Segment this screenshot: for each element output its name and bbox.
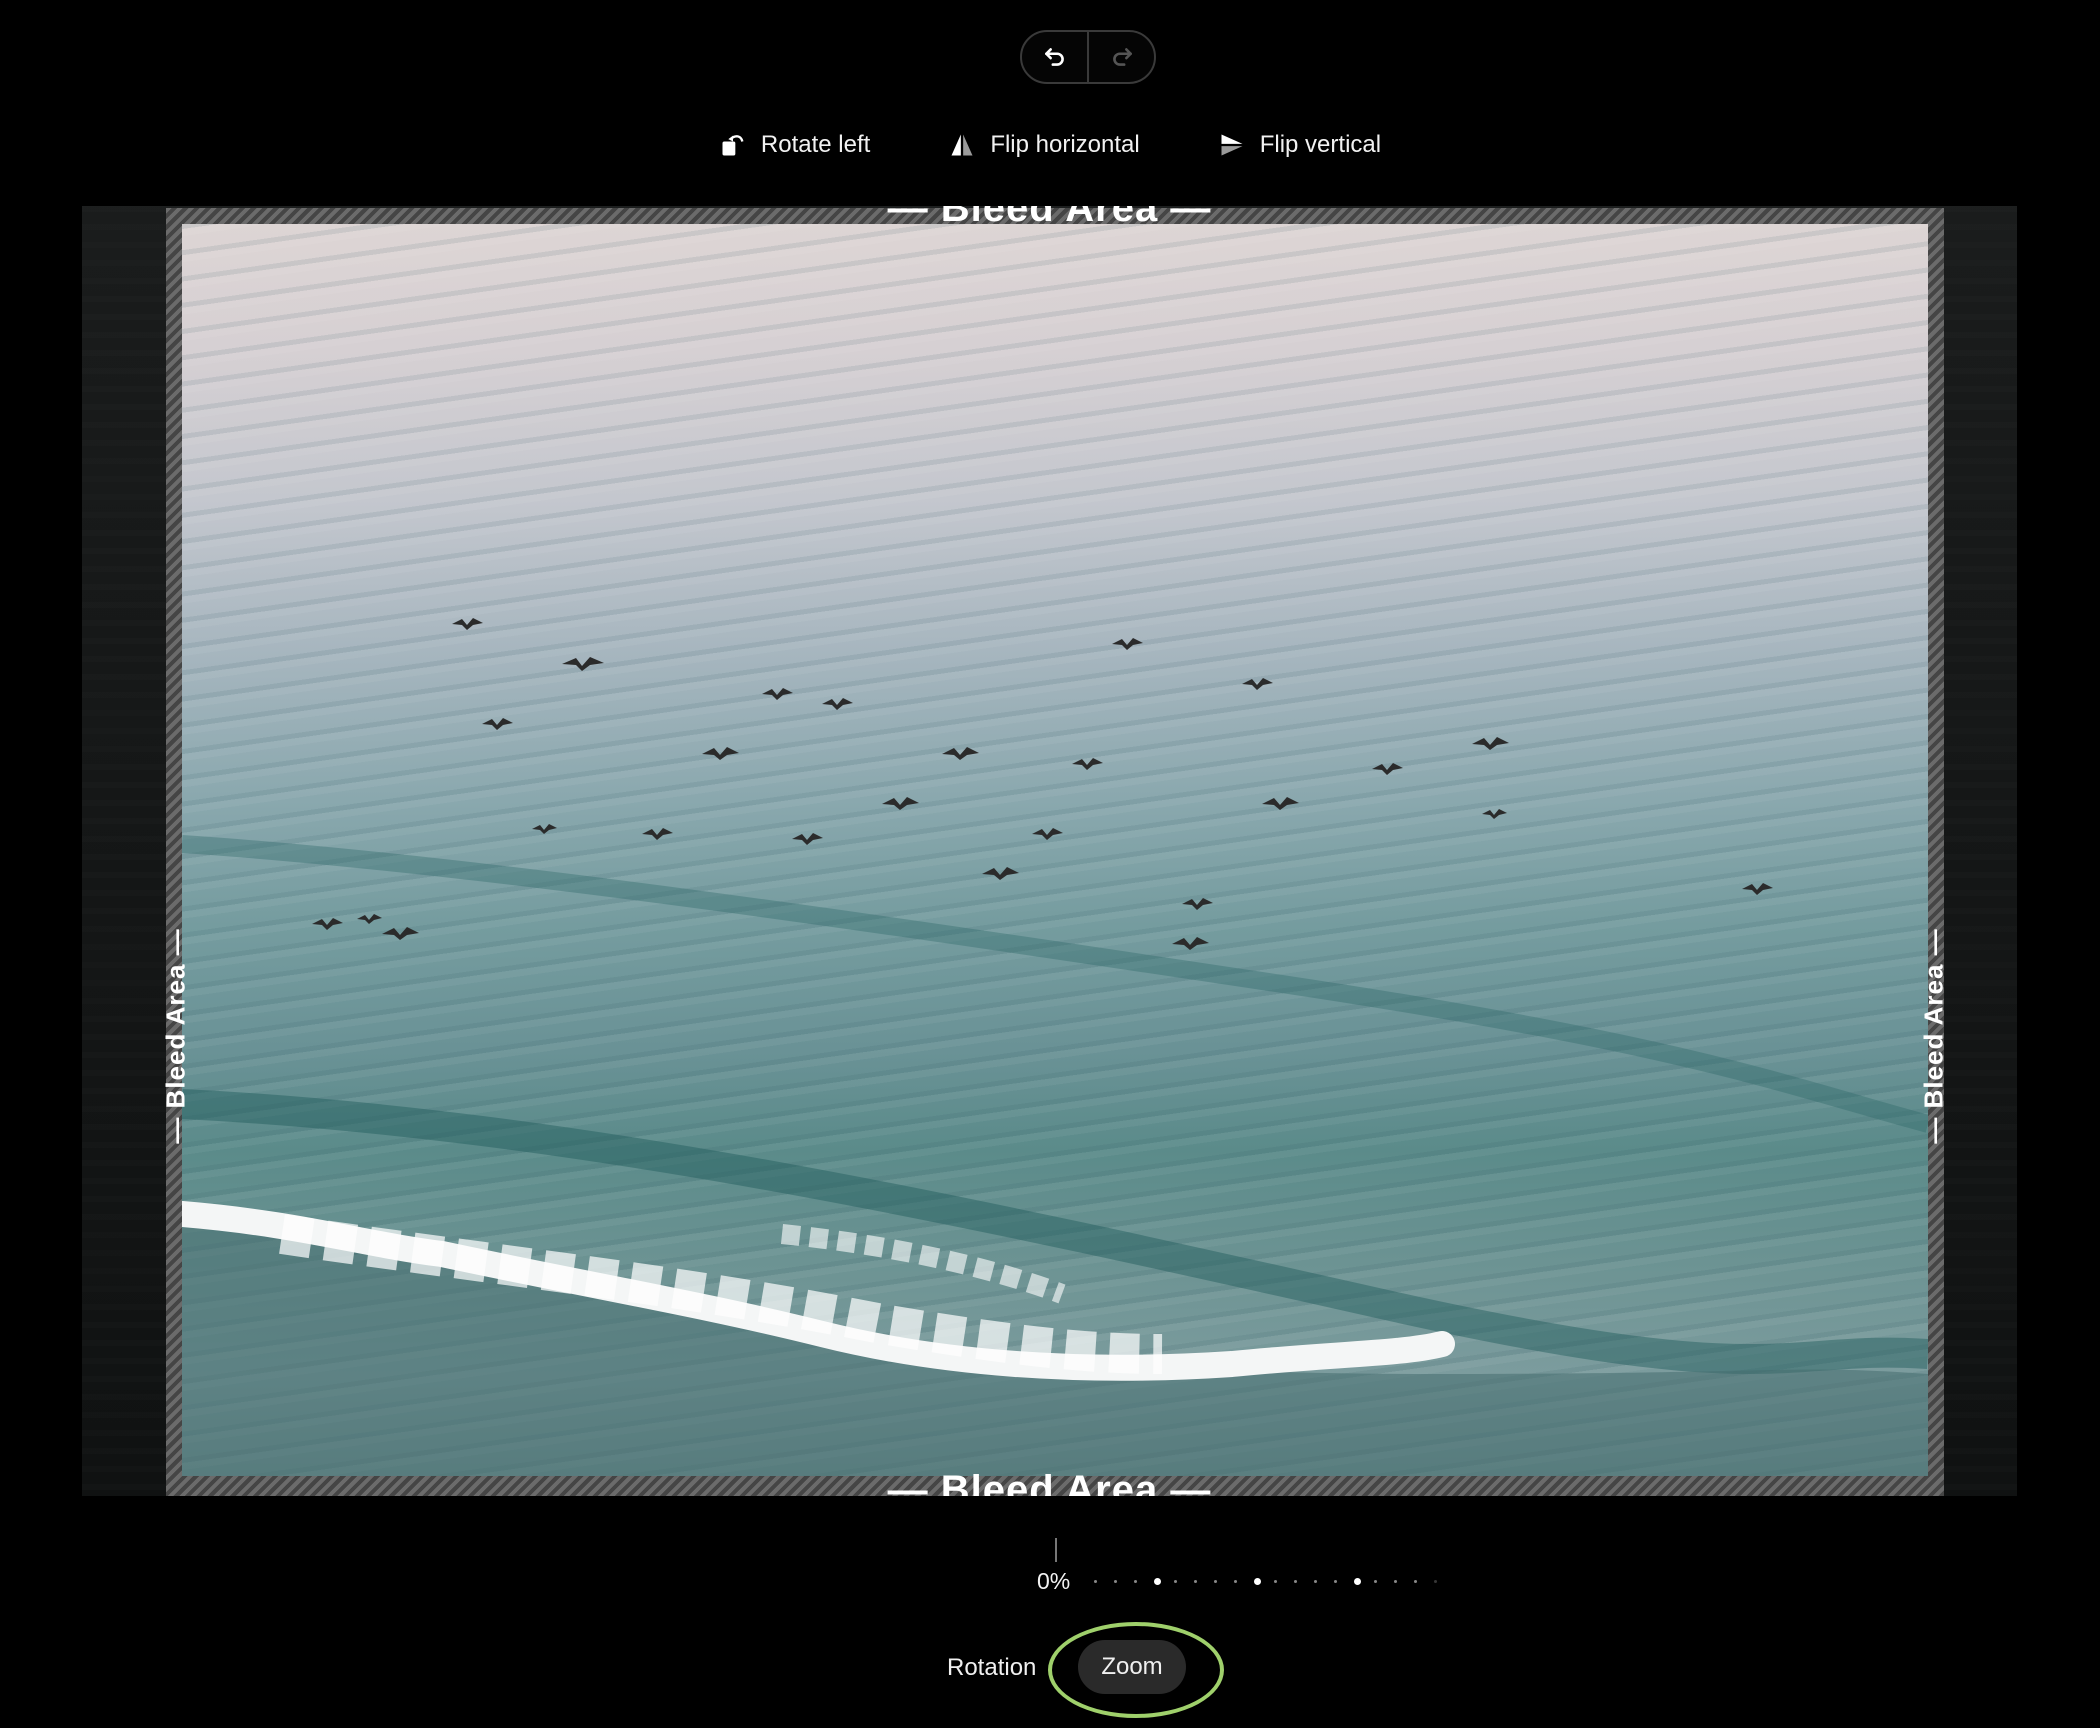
slider-minor-dot — [1234, 1580, 1237, 1583]
zoom-slider[interactable]: 0% — [1030, 1538, 1450, 1598]
history-controls — [1020, 30, 1156, 84]
rotate-left-label: Rotate left — [760, 131, 871, 158]
slider-minor-dot — [1114, 1580, 1117, 1583]
transform-toolbar: Rotate left Flip horizontal Flip vertica… — [0, 122, 2100, 168]
slider-minor-dot — [1394, 1580, 1397, 1583]
slider-center-tick — [1055, 1538, 1057, 1562]
bleed-label-left: — Bleed Area — — [160, 928, 191, 1144]
bleed-label-right: — Bleed Area — — [1918, 928, 1949, 1144]
slider-major-dot — [1254, 1578, 1261, 1585]
slider-major-dot — [1354, 1578, 1361, 1585]
redo-button[interactable] — [1087, 32, 1154, 82]
zoom-value: 0% — [1037, 1568, 1071, 1594]
slider-minor-dot — [1194, 1580, 1197, 1583]
flip-horizontal-label: Flip horizontal — [990, 131, 1140, 158]
slider-minor-dot — [1374, 1580, 1377, 1583]
flip-vertical-label: Flip vertical — [1259, 131, 1382, 158]
bleed-label-bottom: — Bleed Area — — [887, 1468, 1212, 1496]
flip-vertical-icon — [1221, 134, 1243, 156]
slider-minor-dot — [1434, 1580, 1437, 1583]
slider-minor-dot — [1094, 1580, 1097, 1583]
slider-minor-dot — [1314, 1580, 1317, 1583]
rotate-left-button[interactable]: Rotate left — [719, 131, 870, 159]
slider-major-dot — [1154, 1578, 1161, 1585]
redo-icon — [1112, 48, 1132, 66]
ocean-scene — [182, 618, 1928, 1476]
tab-rotation[interactable]: Rotation — [947, 1640, 1036, 1696]
slider-minor-dot — [1414, 1580, 1417, 1583]
undo-icon — [1044, 48, 1064, 66]
slider-minor-dot — [1134, 1580, 1137, 1583]
bleed-label-top: — Bleed Area — — [887, 206, 1212, 230]
slider-minor-dot — [1334, 1580, 1337, 1583]
slider-minor-dot — [1214, 1580, 1217, 1583]
flip-vertical-button[interactable]: Flip vertical — [1218, 131, 1381, 159]
flip-horizontal-icon — [951, 134, 973, 156]
undo-button[interactable] — [1022, 32, 1087, 82]
flip-horizontal-button[interactable]: Flip horizontal — [948, 131, 1140, 159]
focus-highlight-ring — [1048, 1622, 1224, 1718]
slider-minor-dot — [1274, 1580, 1277, 1583]
photo[interactable] — [182, 224, 1928, 1476]
rotate-left-icon — [722, 135, 744, 156]
slider-minor-dot — [1174, 1580, 1177, 1583]
slider-minor-dot — [1294, 1580, 1297, 1583]
edit-canvas[interactable]: — Bleed Area — — Bleed Area — — Bleed Ar… — [82, 206, 2017, 1496]
